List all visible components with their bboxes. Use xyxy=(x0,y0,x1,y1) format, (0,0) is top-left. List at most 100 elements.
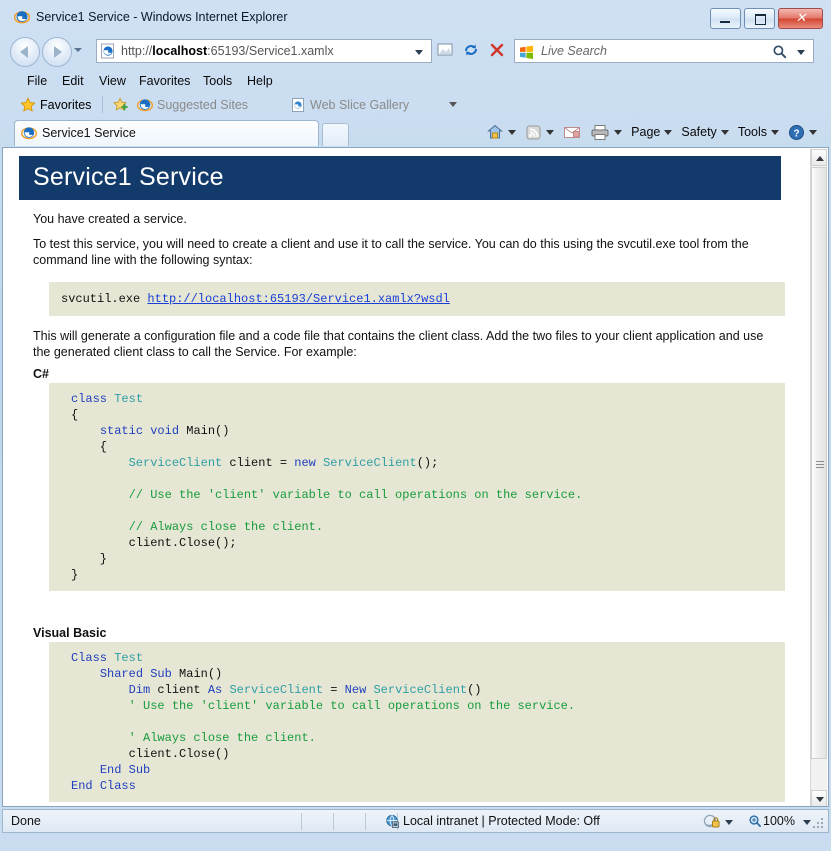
protected-mode-icon[interactable] xyxy=(703,813,721,830)
tools-menu-label: Tools xyxy=(738,125,767,139)
print-button[interactable] xyxy=(586,121,626,143)
scroll-up-arrow-icon xyxy=(816,156,824,161)
csharp-code-block: class Test { static void Main() { Servic… xyxy=(49,383,785,591)
csharp-code: class Test { static void Main() { Servic… xyxy=(71,391,785,583)
menu-tools[interactable]: Tools xyxy=(196,73,239,89)
address-text: http://localhost:65193/Service1.xamlx xyxy=(121,44,334,58)
close-icon: ✕ xyxy=(795,12,807,24)
minimize-button[interactable] xyxy=(710,8,741,29)
print-chevron-icon[interactable] xyxy=(614,130,622,135)
wsdl-link[interactable]: http://localhost:65193/Service1.xamlx?ws… xyxy=(147,292,449,306)
home-button[interactable] xyxy=(482,121,520,143)
menu-help[interactable]: Help xyxy=(240,73,280,89)
tab-service1-service[interactable]: Service1 Service xyxy=(14,120,319,146)
menu-favorites[interactable]: Favorites xyxy=(132,73,197,89)
vertical-scrollbar[interactable] xyxy=(810,149,827,807)
help-menu[interactable]: ? xyxy=(784,121,821,143)
refresh-button[interactable] xyxy=(460,39,484,63)
svg-text:?: ? xyxy=(793,128,799,139)
web-slice-chevron-icon[interactable] xyxy=(449,102,457,107)
mail-button[interactable] xyxy=(559,121,585,143)
favorites-star-icon xyxy=(20,97,36,118)
protected-mode-chevron-icon[interactable] xyxy=(725,820,733,825)
browser-window: Service1 Service - Windows Internet Expl… xyxy=(0,0,831,851)
window-title: Service1 Service - Windows Internet Expl… xyxy=(36,10,287,24)
page-favicon-icon xyxy=(100,43,116,59)
search-box[interactable]: Live Search xyxy=(514,39,814,63)
ie-logo-icon xyxy=(14,9,30,25)
windows-live-icon xyxy=(519,44,534,59)
status-separator xyxy=(365,813,366,830)
ie-logo-icon xyxy=(137,97,153,118)
status-separator xyxy=(301,813,302,830)
resize-grip-icon[interactable] xyxy=(813,818,825,830)
recent-pages-chevron-icon[interactable] xyxy=(74,48,82,52)
stop-button[interactable] xyxy=(486,39,510,63)
web-slice-gallery-label: Web Slice Gallery xyxy=(310,96,409,114)
menu-edit[interactable]: Edit xyxy=(55,73,91,89)
forward-button[interactable] xyxy=(42,37,72,67)
help-icon: ? xyxy=(788,124,805,141)
magnifier-icon[interactable] xyxy=(772,44,787,59)
menu-bar: File Edit View Favorites Tools Help xyxy=(0,70,831,92)
menu-view[interactable]: View xyxy=(92,73,133,89)
back-arrow-icon xyxy=(20,46,28,58)
status-separator xyxy=(333,813,334,830)
vb-code-block: Class Test Shared Sub Main() Dim client … xyxy=(49,642,785,802)
zoom-level-label[interactable]: 100% xyxy=(763,814,795,828)
scroll-down-arrow-icon xyxy=(816,797,824,802)
help-chevron-icon xyxy=(809,130,817,135)
page-chevron-icon xyxy=(664,130,672,135)
tab-label: Service1 Service xyxy=(42,126,136,140)
feeds-button[interactable] xyxy=(521,121,558,143)
window-controls: ✕ xyxy=(710,8,823,29)
safety-menu[interactable]: Safety xyxy=(677,121,732,143)
page-viewport: Service1 Service You have created a serv… xyxy=(2,147,829,807)
close-button[interactable]: ✕ xyxy=(778,8,823,29)
page-content: Service1 Service You have created a serv… xyxy=(3,148,796,806)
generate-config-paragraph: This will generate a configuration file … xyxy=(33,328,783,360)
zoom-icon[interactable] xyxy=(748,814,762,828)
internet-zone-icon xyxy=(385,814,400,829)
address-bar[interactable]: http://localhost:65193/Service1.xamlx xyxy=(96,39,432,63)
home-icon xyxy=(486,123,504,141)
compatibility-view-button[interactable] xyxy=(434,39,458,63)
feeds-chevron-icon[interactable] xyxy=(546,130,554,135)
favorites-label: Favorites xyxy=(40,96,91,114)
maximize-button[interactable] xyxy=(744,8,775,29)
intro-paragraph: You have created a service. xyxy=(33,211,783,227)
menu-file[interactable]: File xyxy=(20,73,54,89)
status-text: Done xyxy=(11,814,41,828)
csharp-heading: C# xyxy=(33,367,49,381)
scroll-up-button[interactable] xyxy=(811,149,827,166)
web-slice-icon xyxy=(290,97,306,118)
tools-menu[interactable]: Tools xyxy=(734,121,783,143)
scroll-down-button[interactable] xyxy=(811,790,827,807)
page-banner: Service1 Service xyxy=(19,156,781,200)
zoom-chevron-icon[interactable] xyxy=(803,820,811,825)
scrollbar-grip-icon xyxy=(816,459,824,467)
svcutil-command-block: svcutil.exe http://localhost:65193/Servi… xyxy=(49,282,785,316)
vb-heading: Visual Basic xyxy=(33,626,106,640)
test-service-paragraph: To test this service, you will need to c… xyxy=(33,236,783,268)
tab-favicon-icon xyxy=(21,125,37,141)
search-input[interactable]: Live Search xyxy=(541,44,607,58)
title-bar: Service1 Service - Windows Internet Expl… xyxy=(0,0,831,34)
favorites-bar: Favorites Suggested Sites xyxy=(0,92,831,118)
suggested-sites-label: Suggested Sites xyxy=(157,96,248,114)
print-icon xyxy=(590,124,610,141)
scrollbar-thumb[interactable] xyxy=(811,167,827,759)
add-to-favorites-icon xyxy=(113,97,129,118)
status-bar: Done Local intranet | Protected Mode: Of… xyxy=(2,809,829,833)
vb-code: Class Test Shared Sub Main() Dim client … xyxy=(71,650,785,794)
back-button[interactable] xyxy=(10,37,40,67)
home-chevron-icon[interactable] xyxy=(508,130,516,135)
page-menu[interactable]: Page xyxy=(627,121,676,143)
safety-chevron-icon xyxy=(721,130,729,135)
security-zone[interactable]: Local intranet | Protected Mode: Off xyxy=(403,814,600,828)
address-dropdown-chevron-icon[interactable] xyxy=(415,50,423,55)
page-title: Service1 Service xyxy=(33,163,224,192)
search-provider-chevron-icon[interactable] xyxy=(797,50,805,55)
new-tab-button[interactable] xyxy=(322,123,349,146)
tools-chevron-icon xyxy=(771,130,779,135)
